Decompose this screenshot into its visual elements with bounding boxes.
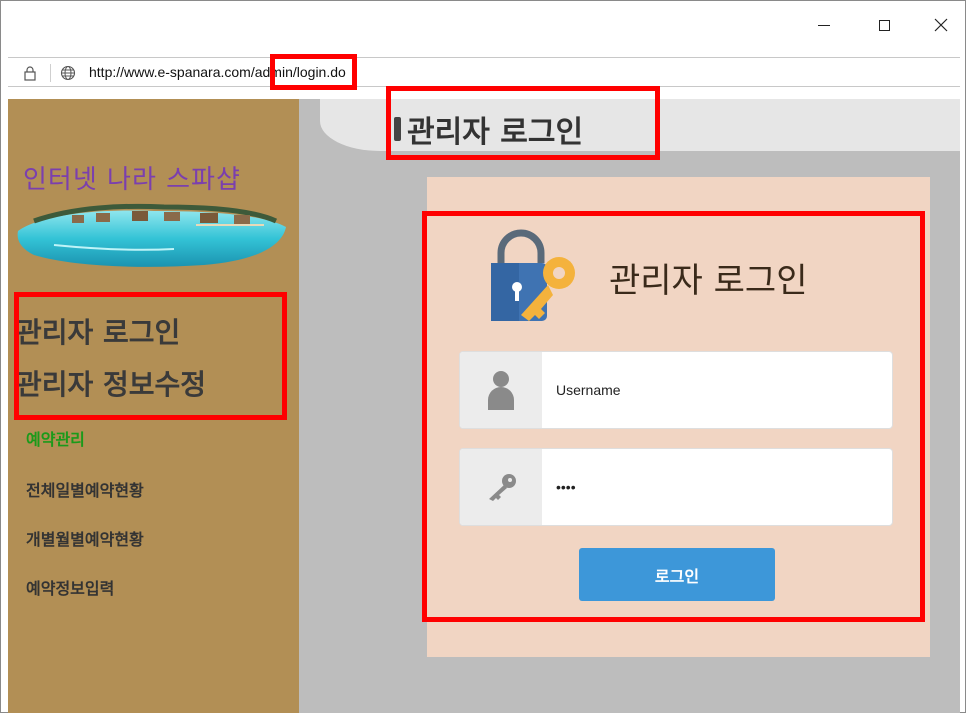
lock-key-icon xyxy=(491,229,575,321)
nav-monthly-reservations[interactable]: 개별월별예약현황 xyxy=(26,526,144,550)
site-title[interactable]: 인터넷 나라 스파샵 xyxy=(23,159,241,196)
minimize-button[interactable] xyxy=(801,9,847,41)
page-title: 관리자 로그인 xyxy=(407,115,584,150)
url-text[interactable]: http://www.e-spanara.com/admin/login.do xyxy=(89,64,346,80)
maximize-icon xyxy=(878,19,890,31)
title-bar xyxy=(1,1,965,49)
tropical-island-image xyxy=(17,203,286,267)
page-header: 관리자 로그인 xyxy=(394,107,583,151)
password-input[interactable] xyxy=(556,473,876,501)
username-input[interactable] xyxy=(556,376,876,404)
login-header: 관리자 로그인 xyxy=(487,229,808,325)
nav-reservation-input[interactable]: 예약정보입력 xyxy=(26,575,114,599)
key-icon xyxy=(489,474,516,501)
username-addon xyxy=(460,352,542,428)
password-addon xyxy=(460,449,542,525)
address-separator xyxy=(50,64,51,82)
login-button[interactable]: 로그인 xyxy=(579,548,775,601)
username-field[interactable] xyxy=(459,351,893,429)
sidebar: 인터넷 나라 스파샵 관리자 로그인 관리자 정보수정 예약관리 전체일별예약현… xyxy=(8,99,299,713)
globe-icon xyxy=(60,65,76,81)
nav-daily-reservations[interactable]: 전체일별예약현황 xyxy=(26,477,144,501)
password-field[interactable] xyxy=(459,448,893,526)
lock-icon xyxy=(24,66,36,81)
login-panel: 관리자 로그인 Username •••• 로그인 xyxy=(427,177,930,657)
close-icon xyxy=(934,18,948,32)
login-title: 관리자 로그인 xyxy=(609,260,808,301)
browser-window: http://www.e-spanara.com/admin/login.do … xyxy=(0,0,966,713)
nav-section-reservation[interactable]: 예약관리 xyxy=(26,426,85,450)
page-content: 인터넷 나라 스파샵 관리자 로그인 관리자 정보수정 예약관리 전체일별예약현… xyxy=(8,99,960,713)
user-icon xyxy=(488,371,514,410)
nav-admin-edit-info[interactable]: 관리자 정보수정 xyxy=(16,363,206,403)
address-bar[interactable]: http://www.e-spanara.com/admin/login.do xyxy=(8,57,960,87)
nav-admin-login[interactable]: 관리자 로그인 xyxy=(16,311,180,351)
minimize-icon xyxy=(818,24,830,26)
header-bar-icon xyxy=(394,117,401,141)
maximize-button[interactable] xyxy=(861,9,907,41)
close-button[interactable] xyxy=(918,9,964,41)
